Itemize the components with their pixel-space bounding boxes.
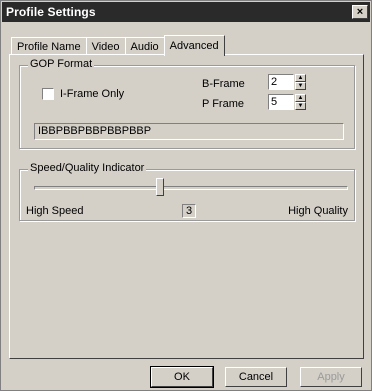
- speed-quality-value: 3: [182, 204, 196, 218]
- profile-settings-window: Profile Settings × Profile Name Video Au…: [0, 0, 372, 391]
- gop-pattern-field: IBBPBBPBBPBBPBBP: [34, 123, 344, 140]
- tab-profile-name[interactable]: Profile Name: [11, 37, 87, 55]
- iframe-only-checkbox[interactable]: [42, 88, 54, 100]
- bframe-spinner[interactable]: 2 ▲ ▼: [268, 74, 306, 90]
- title-bar[interactable]: Profile Settings ×: [2, 2, 370, 22]
- iframe-only-label: I-Frame Only: [60, 88, 125, 100]
- tab-video[interactable]: Video: [85, 37, 126, 55]
- tab-advanced[interactable]: Advanced: [163, 35, 225, 56]
- ok-button[interactable]: OK: [150, 366, 214, 388]
- tab-audio[interactable]: Audio: [124, 37, 165, 55]
- window-title: Profile Settings: [6, 5, 96, 19]
- speed-quality-legend: Speed/Quality Indicator: [28, 162, 147, 174]
- spin-up-icon[interactable]: ▲: [295, 74, 306, 82]
- high-quality-label: High Quality: [288, 205, 348, 217]
- tab-strip: Profile Name Video Audio Advanced: [11, 35, 225, 56]
- spin-up-icon[interactable]: ▲: [295, 94, 306, 102]
- pframe-input[interactable]: 5: [268, 94, 294, 110]
- bframe-label: B-Frame: [202, 78, 245, 90]
- speed-quality-group: Speed/Quality Indicator High Speed 3 Hig…: [19, 162, 355, 221]
- pframe-label: P Frame: [202, 98, 244, 110]
- speed-quality-slider-thumb[interactable]: [156, 178, 165, 196]
- high-speed-label: High Speed: [26, 205, 84, 217]
- spin-down-icon[interactable]: ▼: [295, 102, 306, 110]
- bframe-input[interactable]: 2: [268, 74, 294, 90]
- close-icon[interactable]: ×: [352, 5, 368, 19]
- iframe-only-option[interactable]: I-Frame Only: [42, 88, 124, 100]
- speed-quality-slider-track[interactable]: [34, 186, 348, 190]
- gop-format-legend: GOP Format: [28, 58, 95, 70]
- gop-format-group: GOP Format I-Frame Only B-Frame 2 ▲ ▼ P …: [19, 58, 355, 149]
- pframe-spinner[interactable]: 5 ▲ ▼: [268, 94, 306, 110]
- spin-down-icon[interactable]: ▼: [295, 82, 306, 90]
- cancel-button[interactable]: Cancel: [225, 367, 287, 387]
- apply-button[interactable]: Apply: [300, 367, 362, 387]
